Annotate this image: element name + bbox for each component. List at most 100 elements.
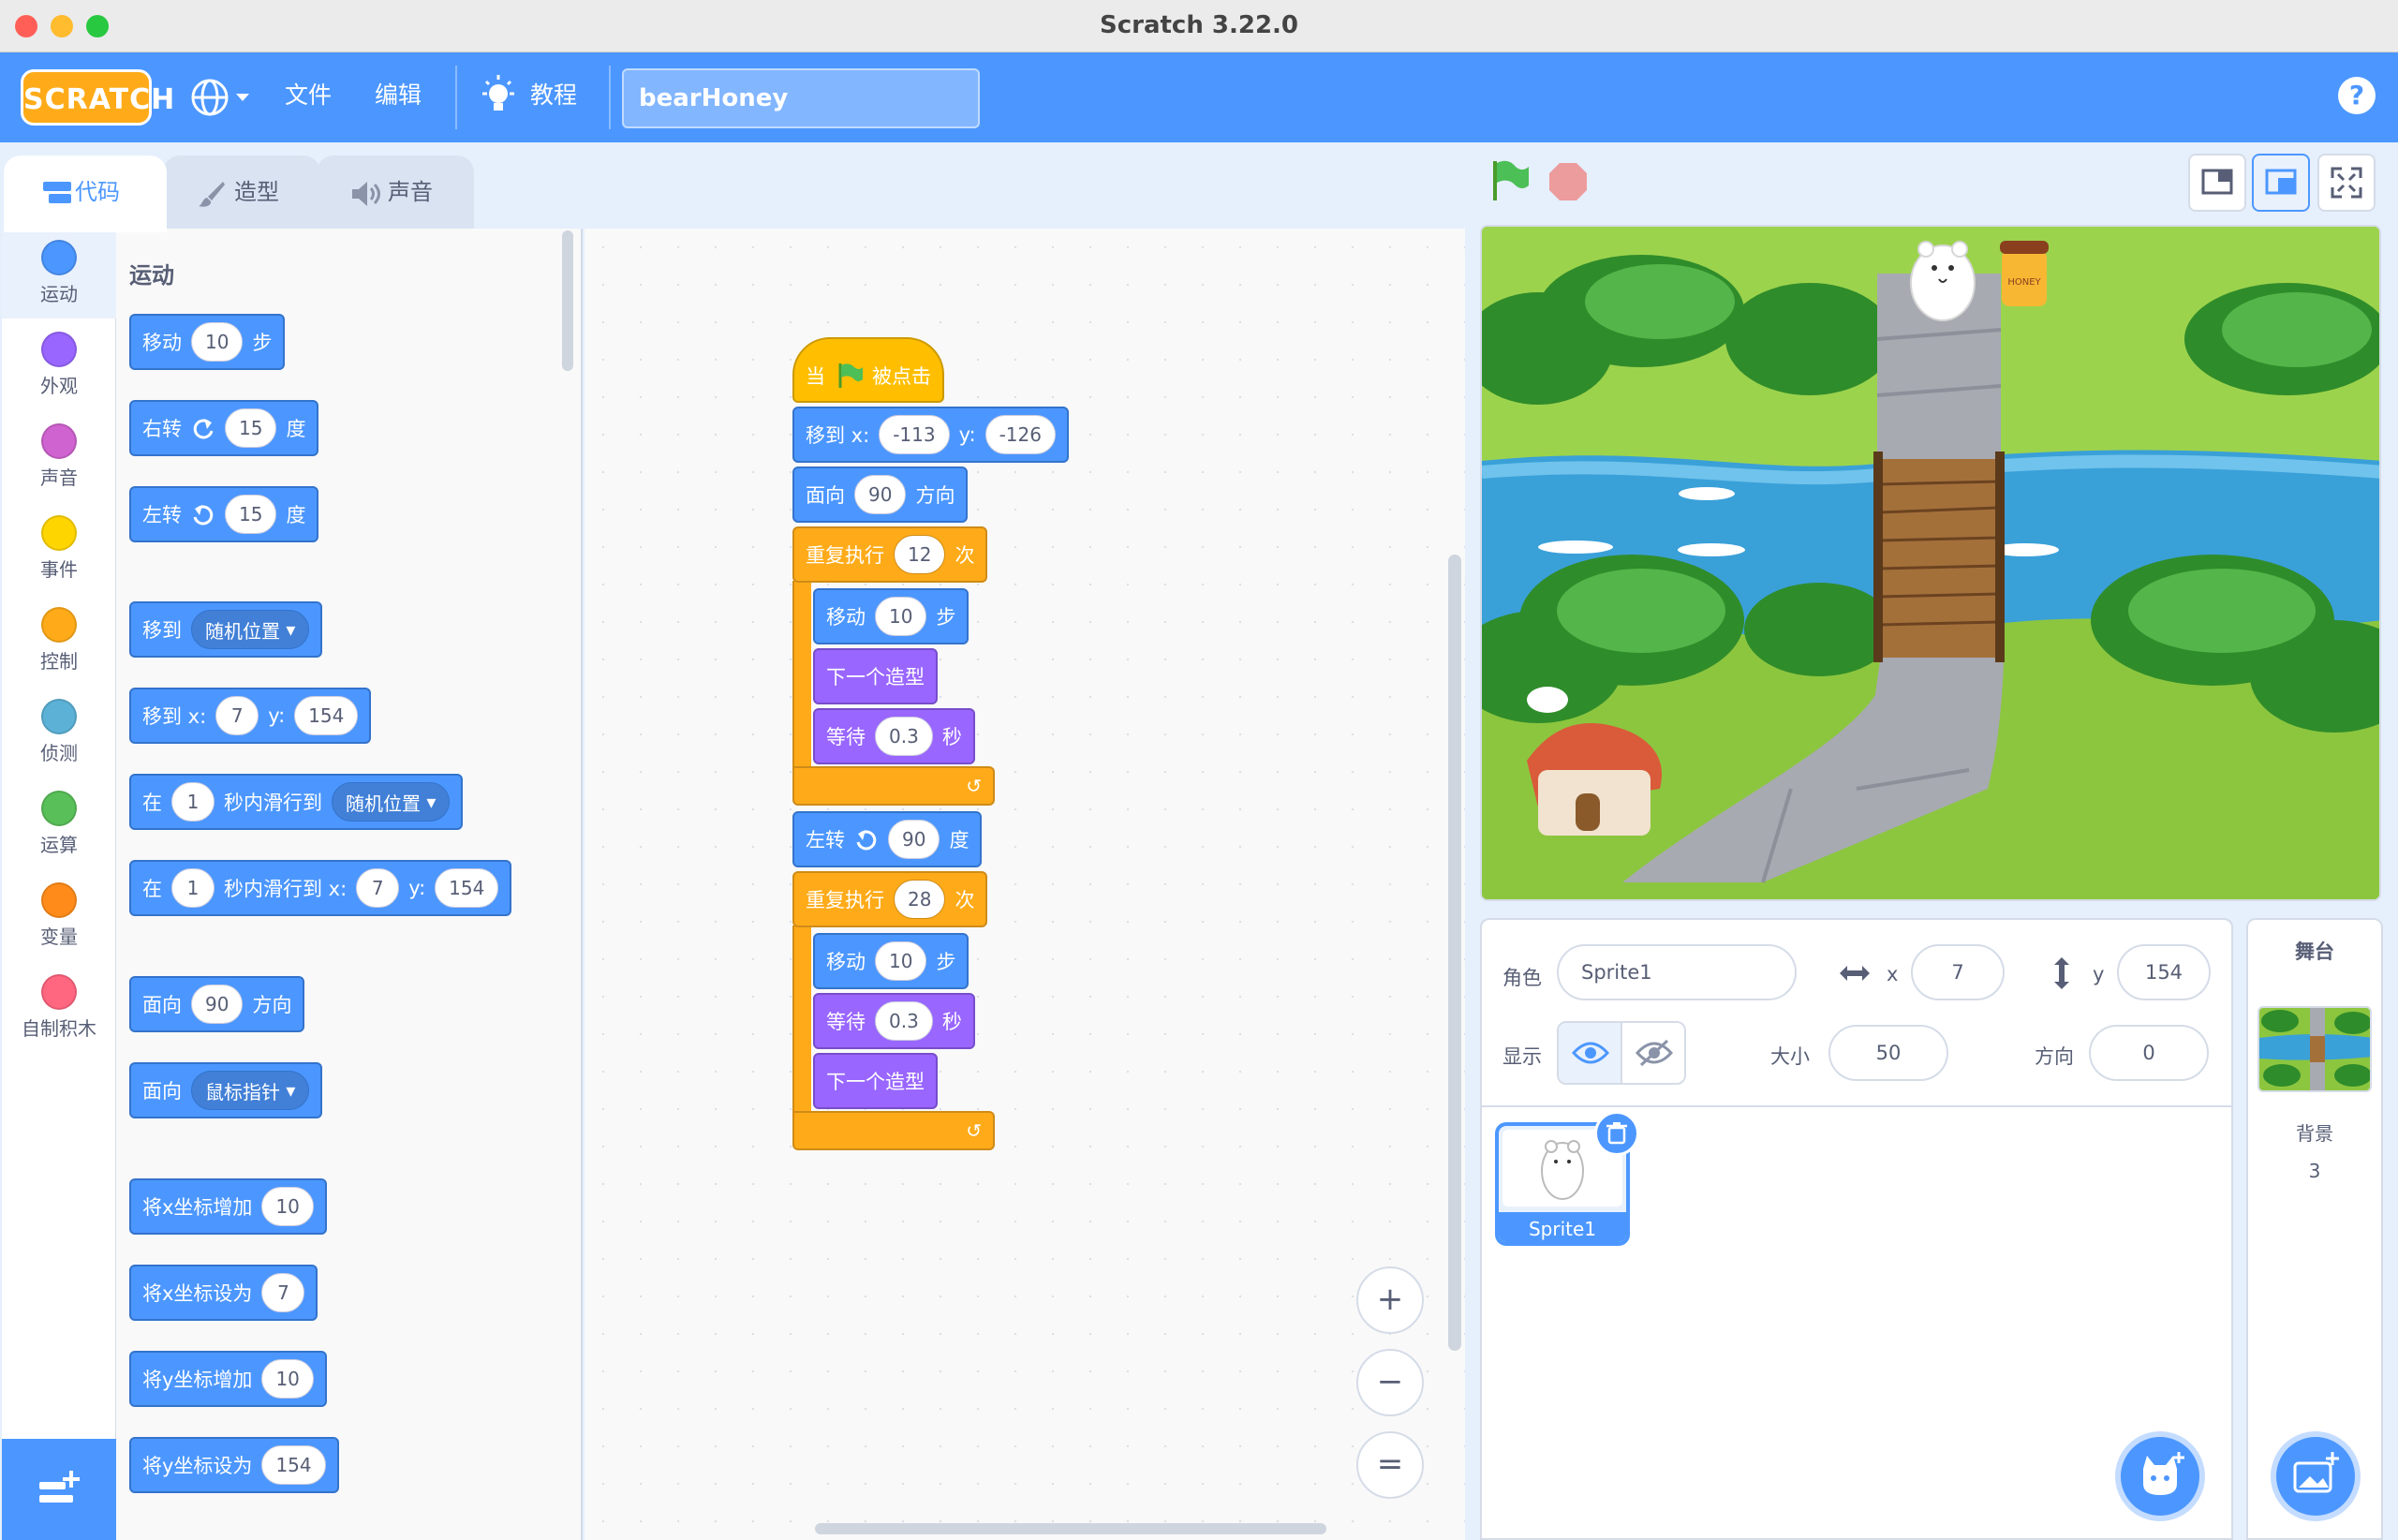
palette-block-change-x[interactable]: 将x坐标增加 10 (129, 1178, 327, 1235)
project-title-input[interactable]: bearHoney (622, 68, 980, 128)
palette-block-move[interactable]: 移动 10 步 (129, 314, 286, 370)
zoom-reset-button[interactable]: = (1356, 1431, 1424, 1499)
green-flag-icon (838, 363, 863, 388)
tab-code[interactable]: 代码 (4, 155, 167, 232)
palette-block-glide-xy[interactable]: 在 1 秒内滑行到 x: 7 y: 154 (129, 860, 512, 916)
category-events[interactable]: 事件 (2, 508, 116, 598)
size-input[interactable]: 50 (1828, 1025, 1948, 1081)
stage-backdrop-thumbnail[interactable] (2257, 1006, 2372, 1092)
direction-input[interactable]: 0 (2089, 1025, 2209, 1081)
script-goto-xy-block[interactable]: 移到 x: -113 y: -126 (792, 407, 1069, 463)
palette-block-glide[interactable]: 在 1 秒内滑行到 随机位置 ▾ (129, 774, 464, 830)
y-arrows-icon (2054, 957, 2069, 989)
script-move-block-2[interactable]: 移动 10 步 (813, 933, 970, 989)
tab-costumes-label: 造型 (234, 179, 279, 205)
x-label: x (1887, 963, 1899, 985)
palette-block-set-y[interactable]: 将y坐标设为 154 (129, 1437, 339, 1493)
add-backdrop-button[interactable] (2271, 1431, 2361, 1521)
stop-button[interactable] (1547, 161, 1589, 202)
sprite-name-input[interactable]: Sprite1 (1557, 944, 1797, 1000)
small-stage-icon (2201, 169, 2233, 195)
category-label: 事件 (40, 558, 78, 581)
palette-block-goto[interactable]: 移到 随机位置 ▾ (129, 601, 323, 658)
tutorials-menu[interactable]: 教程 (480, 73, 592, 120)
rotate-left-icon (856, 830, 877, 851)
tutorials-label: 教程 (530, 81, 578, 109)
category-operators[interactable]: 运算 (2, 783, 116, 873)
repeat1-footer[interactable]: ↺ (792, 766, 995, 806)
category-motion[interactable]: 运动 (2, 232, 116, 322)
script-vertical-scrollbar[interactable] (1448, 555, 1461, 1351)
category-sound[interactable]: 声音 (2, 416, 116, 506)
edit-menu[interactable]: 编辑 (375, 77, 422, 111)
visibility-toggle (1557, 1021, 1686, 1085)
zoom-out-button[interactable]: − (1356, 1349, 1424, 1416)
category-sensing[interactable]: 侦测 (2, 691, 116, 781)
category-variables[interactable]: 变量 (2, 875, 116, 965)
sound-dot-icon (41, 423, 77, 459)
extension-icon (39, 1471, 80, 1503)
tab-costumes[interactable]: 造型 (163, 155, 320, 229)
add-extension-button[interactable] (2, 1439, 116, 1540)
palette-block-change-y[interactable]: 将y坐标增加 10 (129, 1351, 327, 1407)
language-menu[interactable] (187, 75, 253, 122)
globe-icon (191, 79, 249, 116)
script-repeat-28-block[interactable]: 重复执行 28 次 (792, 871, 988, 927)
sprite-tile-name: Sprite1 (1499, 1212, 1626, 1242)
script-next-costume-block-1[interactable]: 下一个造型 (813, 648, 938, 704)
when-flag-clicked-block[interactable]: 当被点击 (792, 337, 944, 403)
script-turn-left-block[interactable]: 左转 90 度 (792, 811, 983, 867)
category-looks[interactable]: 外观 (2, 324, 116, 414)
palette-block-point-direction[interactable]: 面向 90 方向 (129, 976, 305, 1032)
fullscreen-button[interactable] (2317, 154, 2376, 212)
hide-sprite-button[interactable] (1622, 1023, 1684, 1083)
events-dot-icon (41, 515, 77, 551)
operators-dot-icon (41, 791, 77, 826)
help-button[interactable]: ? (2338, 77, 2376, 114)
rotate-right-icon (193, 419, 214, 439)
category-my-blocks[interactable]: 自制积木 (2, 967, 116, 1057)
script-wait-block-1[interactable]: 等待 0.3 秒 (813, 708, 975, 764)
palette-block-set-x[interactable]: 将x坐标设为 7 (129, 1265, 318, 1321)
delete-sprite-button[interactable] (1594, 1111, 1639, 1156)
backdrop-thumbnail-image (2259, 1008, 2370, 1090)
cat-add-icon (2143, 1452, 2184, 1495)
palette-block-point-towards[interactable]: 面向 鼠标指针 ▾ (129, 1062, 323, 1118)
category-label: 运算 (40, 834, 78, 856)
palette-block-turn-left[interactable]: 左转 15 度 (129, 486, 319, 542)
small-stage-button[interactable] (2188, 154, 2246, 212)
palette-block-turn-right[interactable]: 右转 15 度 (129, 400, 319, 456)
palette-scrollbar[interactable] (562, 230, 573, 371)
script-wait-block-2[interactable]: 等待 0.3 秒 (813, 993, 975, 1049)
add-sprite-button[interactable] (2115, 1431, 2205, 1521)
category-label: 外观 (40, 375, 78, 397)
looks-dot-icon (41, 332, 77, 367)
script-move-block-1[interactable]: 移动 10 步 (813, 588, 970, 644)
script-repeat-12-block[interactable]: 重复执行 12 次 (792, 526, 988, 583)
stage-canvas[interactable]: HONEY (1480, 225, 2381, 901)
x-input[interactable]: 7 (1911, 944, 2005, 1000)
show-sprite-button[interactable] (1559, 1023, 1622, 1083)
category-label: 控制 (40, 650, 78, 673)
tab-sounds-label: 声音 (388, 179, 433, 205)
zoom-in-button[interactable]: + (1356, 1266, 1424, 1334)
show-label: 显示 (1502, 1045, 1542, 1068)
loop-arrow-icon: ↺ (966, 775, 982, 797)
scratch-logo[interactable]: SCRATCH (21, 69, 174, 126)
file-menu[interactable]: 文件 (285, 77, 332, 111)
y-input[interactable]: 154 (2117, 944, 2211, 1000)
size-label: 大小 (1770, 1045, 1810, 1068)
script-horizontal-scrollbar[interactable] (815, 1523, 1326, 1534)
normal-stage-button[interactable] (2252, 154, 2310, 212)
menu-divider (609, 66, 611, 129)
category-control[interactable]: 控制 (2, 600, 116, 689)
loop-arrow-icon: ↺ (966, 1119, 982, 1142)
palette-block-goto-xy[interactable]: 移到 x: 7 y: 154 (129, 688, 372, 744)
normal-stage-icon (2265, 169, 2297, 195)
repeat2-footer[interactable]: ↺ (792, 1111, 995, 1150)
script-next-costume-block-2[interactable]: 下一个造型 (813, 1053, 938, 1109)
green-flag-button[interactable] (1488, 157, 1531, 204)
script-point-direction-block[interactable]: 面向 90 方向 (792, 466, 969, 523)
eye-icon (1571, 1042, 1610, 1064)
tab-sounds[interactable]: 声音 (317, 155, 474, 229)
